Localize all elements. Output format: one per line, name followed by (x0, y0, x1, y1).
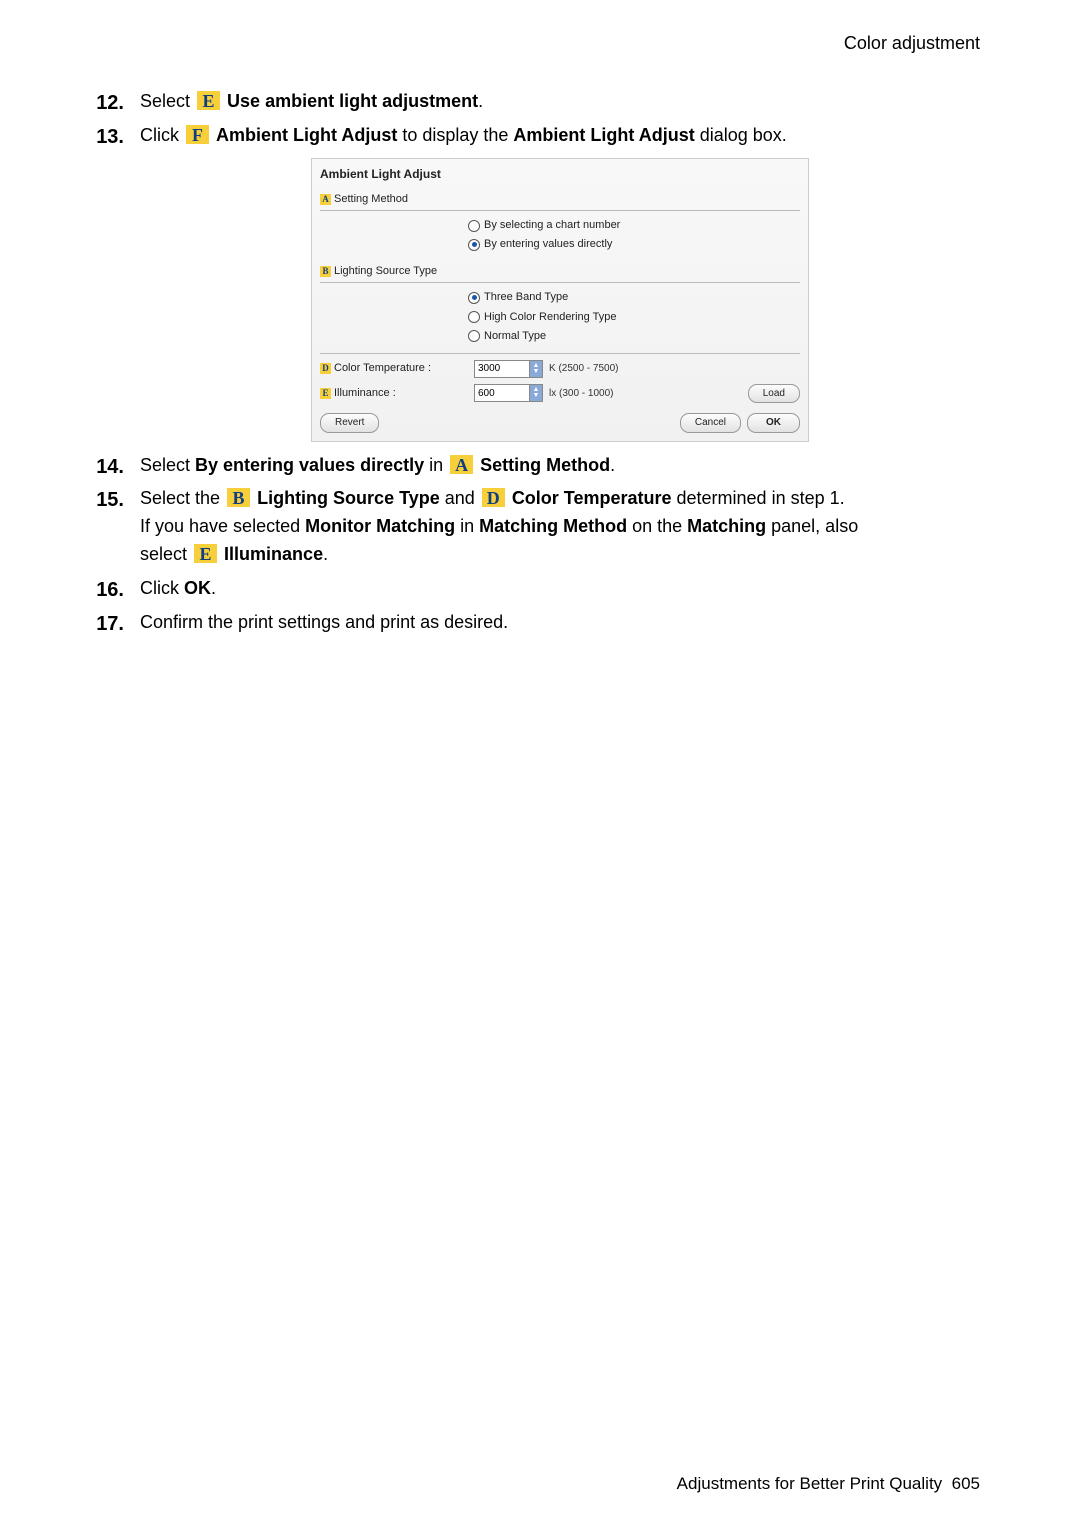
step-13: 13. Click F Ambient Light Adjust to disp… (80, 122, 980, 442)
badge-b-icon: B (320, 266, 331, 277)
illuminance-unit: lx (300 - 1000) (549, 386, 613, 402)
load-button[interactable]: Load (748, 384, 800, 404)
cancel-button[interactable]: Cancel (680, 413, 741, 433)
step-14: 14. Select By entering values directly i… (80, 452, 980, 480)
badge-d-icon: D (320, 363, 331, 374)
badge-d: D (482, 488, 505, 507)
color-temperature-label: Color Temperature : (334, 360, 431, 377)
badge-b: B (227, 488, 250, 507)
dialog-title: Ambient Light Adjust (320, 165, 800, 188)
radio-high-color[interactable]: High Color Rendering Type (468, 309, 800, 326)
step-16: 16. Click OK. (80, 575, 980, 603)
step-number: 12. (80, 88, 124, 119)
radio-label: By entering values directly (484, 236, 612, 253)
radio-by-entering-values[interactable]: By entering values directly (468, 236, 800, 253)
step-number: 15. (80, 485, 124, 516)
radio-label: By selecting a chart number (484, 217, 620, 234)
radio-by-chart-number[interactable]: By selecting a chart number (468, 217, 800, 234)
step-number: 13. (80, 122, 124, 153)
page-header-section: Color adjustment (80, 30, 980, 58)
badge-a-icon: A (320, 194, 331, 205)
radio-label: High Color Rendering Type (484, 309, 616, 326)
radio-three-band[interactable]: Three Band Type (468, 289, 800, 306)
color-temperature-row: D Color Temperature : ▲▼ K (2500 - 7500) (320, 360, 800, 378)
badge-f: F (186, 125, 209, 144)
lighting-source-type-section: B Lighting Source Type (320, 263, 800, 280)
step-12: 12. Select E Use ambient light adjustmen… (80, 88, 980, 116)
page-footer: Adjustments for Better Print Quality 605 (677, 1471, 980, 1497)
illuminance-label: Illuminance : (334, 385, 396, 402)
divider (320, 210, 800, 211)
badge-e: E (194, 544, 217, 563)
footer-page-number: 605 (952, 1474, 980, 1493)
radio-normal-type[interactable]: Normal Type (468, 328, 800, 345)
footer-label: Adjustments for Better Print Quality (677, 1474, 943, 1493)
color-temperature-stepper[interactable]: ▲▼ (474, 360, 543, 378)
color-temperature-unit: K (2500 - 7500) (549, 361, 619, 377)
ambient-light-adjust-dialog: Ambient Light Adjust A Setting Method (311, 158, 809, 442)
steps-list: 12. Select E Use ambient light adjustmen… (80, 88, 980, 637)
badge-a: A (450, 455, 473, 474)
step-17: 17. Confirm the print settings and print… (80, 609, 980, 637)
lighting-source-type-label: Lighting Source Type (334, 263, 437, 280)
badge-e: E (197, 91, 220, 110)
step-text: Select (140, 91, 195, 111)
radio-label: Normal Type (484, 328, 546, 345)
setting-method-section: A Setting Method (320, 191, 800, 208)
divider (320, 353, 800, 354)
setting-method-label: Setting Method (334, 191, 408, 208)
revert-button[interactable]: Revert (320, 413, 379, 433)
ok-button[interactable]: OK (747, 413, 800, 433)
step-number: 14. (80, 452, 124, 483)
radio-label: Three Band Type (484, 289, 568, 306)
step-number: 17. (80, 609, 124, 640)
illuminance-stepper[interactable]: ▲▼ (474, 384, 543, 402)
divider (320, 282, 800, 283)
spinner-arrows-icon[interactable]: ▲▼ (529, 385, 542, 401)
step-bold: Use ambient light adjustment (227, 91, 478, 111)
illuminance-row: E Illuminance : ▲▼ lx (300 - 1000) Load (320, 384, 800, 404)
step-number: 16. (80, 575, 124, 606)
spinner-arrows-icon[interactable]: ▲▼ (529, 361, 542, 377)
illuminance-input[interactable] (475, 385, 529, 401)
badge-e-icon: E (320, 388, 331, 399)
color-temperature-input[interactable] (475, 361, 529, 377)
step-15: 15. Select the B Lighting Source Type an… (80, 485, 980, 569)
